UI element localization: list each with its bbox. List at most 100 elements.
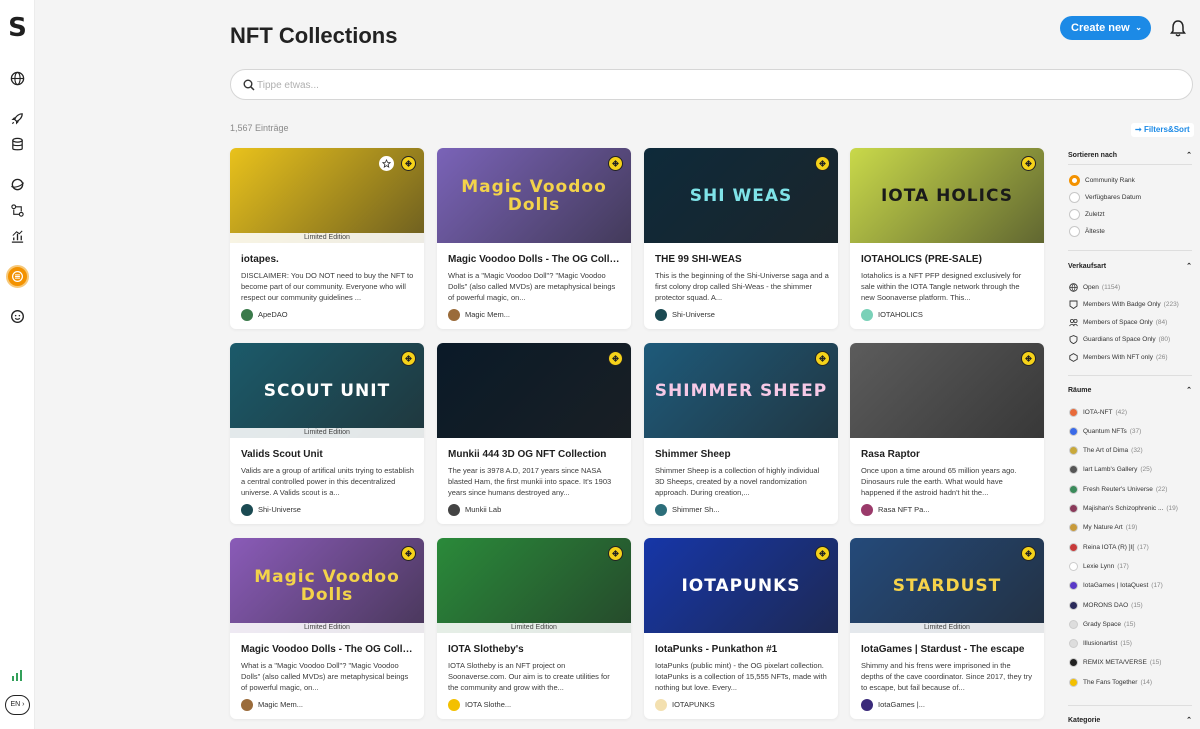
collection-owner[interactable]: Shi-Universe	[241, 503, 301, 516]
collection-banner-image[interactable]: IOTA HOLICS	[850, 148, 1044, 243]
collection-card[interactable]: SHI WEAS THE 99 SHI-WEAS This is the begin…	[644, 148, 838, 329]
swap-icon[interactable]	[10, 203, 25, 218]
space-filter-item[interactable]: Illusionartist (15)	[1069, 638, 1132, 650]
database-icon[interactable]	[10, 137, 25, 152]
space-filter-item[interactable]: Majishan's Schizophrenic ... (19)	[1069, 503, 1178, 515]
collection-card[interactable]: SHIMMER SHEEP Shimmer Sheep Shimmer Sheep …	[644, 343, 838, 524]
filters-sort-button[interactable]: ➞ Filters&Sort	[1131, 123, 1194, 137]
space-filter-item[interactable]: IOTA-NFT (42)	[1069, 406, 1127, 418]
smiley-icon[interactable]	[10, 309, 25, 324]
collection-owner[interactable]: IotaGames |...	[861, 698, 925, 711]
space-filter-item[interactable]: Quantum NFTs (37)	[1069, 425, 1141, 437]
space-filter-item[interactable]: REMIX META/VERSE (15)	[1069, 657, 1161, 669]
collection-card[interactable]: Magic Voodoo Dolls Magic Voodoo Dolls - T…	[437, 148, 631, 329]
planet-icon[interactable]	[10, 177, 25, 192]
space-avatar	[1069, 619, 1078, 629]
collection-banner-image[interactable]: Magic Voodoo Dolls	[437, 148, 631, 243]
space-filter-item[interactable]: IotaGames | IotaQuest (17)	[1069, 580, 1163, 592]
radio-button[interactable]	[1069, 225, 1080, 237]
space-filter-item[interactable]: Iart Lamb's Gallery (25)	[1069, 464, 1152, 476]
collection-banner-image[interactable]: Limited Edition	[437, 538, 631, 633]
collection-banner-image[interactable]: SHIMMER SHEEP	[644, 343, 838, 438]
collection-card[interactable]: IOTA HOLICS IOTAHOLICS (PRE-SALE) Iotaholi…	[850, 148, 1044, 329]
sale-type-option[interactable]: Members of Space Only (84)	[1069, 316, 1167, 328]
collection-card[interactable]: Limited Edition IOTA Slotheby's IOTA Sloth…	[437, 538, 631, 719]
collection-banner-image[interactable]: STARDUST Limited Edition	[850, 538, 1044, 633]
collection-owner[interactable]: Magic Mem...	[448, 308, 510, 321]
space-filter-item[interactable]: Grady Space (15)	[1069, 618, 1136, 630]
collection-banner-image[interactable]: Magic Voodoo Dolls Limited Edition	[230, 538, 424, 633]
collection-owner[interactable]: Munkii Lab	[448, 503, 501, 516]
search-input[interactable]	[257, 76, 1157, 94]
sale-type-section-header[interactable]: Verkaufsart ⌃	[1068, 262, 1192, 272]
collection-owner[interactable]: Shimmer Sh...	[655, 503, 720, 516]
chart-stake-icon[interactable]	[10, 229, 25, 244]
sale-type-option[interactable]: Members With NFT only (26)	[1069, 351, 1168, 363]
collection-title[interactable]: Magic Voodoo Dolls - The OG Collection	[241, 644, 415, 656]
radio-button[interactable]	[1069, 208, 1080, 220]
collection-banner-image[interactable]	[437, 343, 631, 438]
space-filter-item[interactable]: The Fans Together (14)	[1069, 676, 1152, 688]
collection-banner-image[interactable]: Limited Edition	[230, 148, 424, 243]
collection-title[interactable]: Magic Voodoo Dolls - The OG Collection	[448, 254, 622, 266]
radio-button[interactable]	[1069, 174, 1080, 186]
collection-owner[interactable]: IOTA Slothe...	[448, 698, 511, 711]
sort-option[interactable]: Verfügbares Datum	[1069, 191, 1141, 203]
sort-option[interactable]: Community Rank	[1069, 174, 1135, 186]
collection-owner[interactable]: Magic Mem...	[241, 698, 303, 711]
space-filter-item[interactable]: MORONS DAO (15)	[1069, 599, 1143, 611]
collection-card[interactable]: Rasa Raptor Once upon a time around 65 mi…	[850, 343, 1044, 524]
language-switcher[interactable]: EN ›	[5, 695, 30, 715]
owner-name: Rasa NFT Pa...	[878, 505, 930, 514]
radio-button[interactable]	[1069, 191, 1080, 203]
soonaverse-logo[interactable]: S	[7, 14, 28, 42]
favorite-icon[interactable]	[379, 156, 394, 171]
space-filter-item[interactable]: My Nature Art (19)	[1069, 522, 1137, 534]
globe-icon[interactable]	[10, 71, 25, 86]
sale-type-option[interactable]: Guardians of Space Only (80)	[1069, 334, 1170, 346]
collection-owner[interactable]: ApeDAO	[241, 308, 288, 321]
sort-option[interactable]: Zuletzt	[1069, 208, 1105, 220]
collection-card[interactable]: Munkii 444 3D OG NFT Collection The year …	[437, 343, 631, 524]
category-section-header[interactable]: Kategorie ⌃	[1068, 716, 1192, 726]
collection-title[interactable]: Shimmer Sheep	[655, 449, 829, 461]
collection-title[interactable]: Munkii 444 3D OG NFT Collection	[448, 449, 622, 461]
collection-title[interactable]: IotaPunks - Punkathon #1	[655, 644, 829, 656]
collection-owner[interactable]: IOTAHOLICS	[861, 308, 923, 321]
space-filter-item[interactable]: The Art of Dima (32)	[1069, 445, 1143, 457]
collection-title[interactable]: iotapes.	[241, 254, 415, 266]
rocket-icon[interactable]	[10, 111, 25, 126]
collection-title[interactable]: IOTA Slotheby's	[448, 644, 622, 656]
space-avatar	[1069, 523, 1078, 533]
collection-title[interactable]: Valids Scout Unit	[241, 449, 415, 461]
space-filter-item[interactable]: Fresh Reuter's Universe (22)	[1069, 483, 1167, 495]
collection-banner-image[interactable]: IOTAPUNKS	[644, 538, 838, 633]
collection-title[interactable]: IotaGames | Stardust - The escape	[861, 644, 1035, 656]
sort-option[interactable]: Älteste	[1069, 225, 1105, 237]
nft-collections-nav-icon[interactable]	[6, 265, 29, 288]
collection-owner[interactable]: IOTAPUNKS	[655, 698, 715, 711]
spaces-section-header[interactable]: Räume ⌃	[1068, 386, 1192, 396]
space-filter-item[interactable]: Lexie Lynn (17)	[1069, 560, 1129, 572]
sale-type-option[interactable]: Members With Badge Only (223)	[1069, 299, 1179, 311]
collection-title[interactable]: THE 99 SHI-WEAS	[655, 254, 829, 266]
collection-banner-image[interactable]: SHI WEAS	[644, 148, 838, 243]
collection-type-badge-icon	[815, 156, 830, 171]
collection-card[interactable]: Magic Voodoo Dolls Limited Edition Magic V…	[230, 538, 424, 719]
collection-title[interactable]: Rasa Raptor	[861, 449, 1035, 461]
sale-type-option[interactable]: Open (1154)	[1069, 281, 1120, 293]
sort-section-header[interactable]: Sortieren nach ⌃	[1068, 151, 1192, 161]
collection-banner-image[interactable]	[850, 343, 1044, 438]
collection-title[interactable]: IOTAHOLICS (PRE-SALE)	[861, 254, 1035, 266]
collection-card[interactable]: SCOUT UNIT Limited Edition Valids Scout Un…	[230, 343, 424, 524]
collection-card[interactable]: Limited Edition iotapes. DISCLAIMER: You D…	[230, 148, 424, 329]
collection-owner[interactable]: Shi-Universe	[655, 308, 715, 321]
collection-banner-image[interactable]: SCOUT UNIT Limited Edition	[230, 343, 424, 438]
stats-bars-icon[interactable]	[12, 668, 23, 681]
bell-icon[interactable]	[1167, 17, 1189, 39]
collection-owner[interactable]: Rasa NFT Pa...	[861, 503, 930, 516]
collection-card[interactable]: IOTAPUNKS IotaPunks - Punkathon #1 IotaPun…	[644, 538, 838, 719]
create-new-button[interactable]: Create new ⌄	[1060, 16, 1151, 40]
collection-card[interactable]: STARDUST Limited Edition IotaGames | Stard…	[850, 538, 1044, 719]
space-filter-item[interactable]: Reina IOTA (R) ]I[(17)	[1069, 541, 1149, 553]
